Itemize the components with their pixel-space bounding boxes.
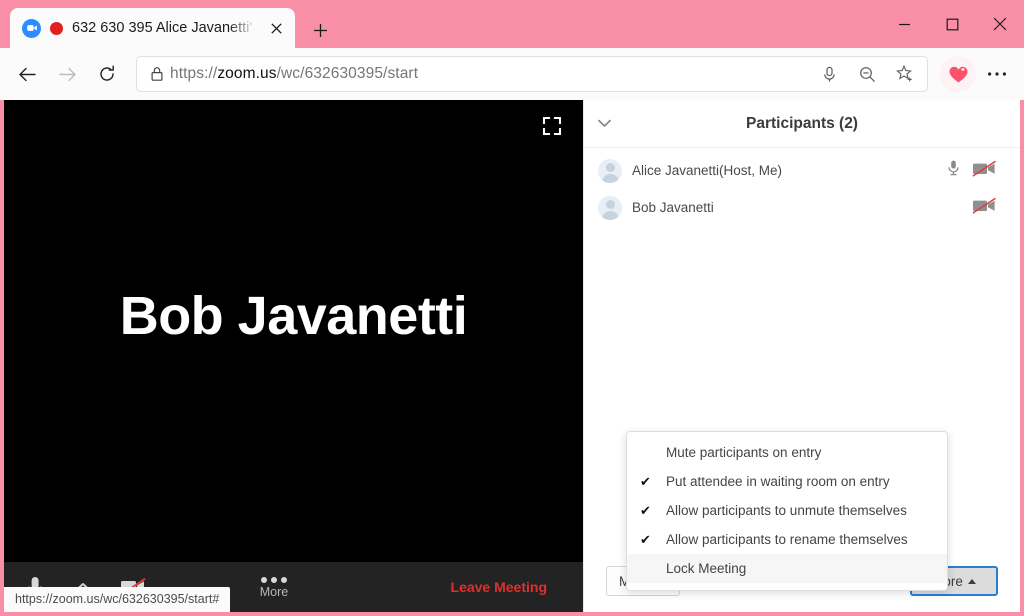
tab-title: 632 630 395 Alice Javanetti' <box>72 20 253 36</box>
menu-item-label: Allow participants to rename themselves <box>666 532 908 547</box>
page-title: Participants (2) <box>746 114 858 132</box>
page-content: Bob Javanetti More Leave Meeting https:/… <box>0 100 1024 616</box>
meeting-more-button[interactable]: More <box>244 562 304 612</box>
fullscreen-icon[interactable] <box>542 116 564 138</box>
check-icon: ✔ <box>640 531 651 547</box>
menu-item-label: Put attendee in waiting room on entry <box>666 474 890 489</box>
reload-icon[interactable] <box>88 55 126 93</box>
status-bar-url: https://zoom.us/wc/632630395/start# <box>4 587 231 612</box>
caret-up-icon <box>967 578 976 584</box>
navigation-toolbar: https://zoom.us/wc/632630395/start <box>0 48 1024 100</box>
maximize-button[interactable] <box>928 0 976 48</box>
video-off-icon[interactable] <box>971 196 998 220</box>
avatar <box>598 158 622 183</box>
menu-item-allow-unmute[interactable]: ✔ Allow participants to unmute themselve… <box>627 496 947 525</box>
menu-item-label: Allow participants to unmute themselves <box>666 503 907 518</box>
tab-close-icon[interactable] <box>265 17 287 39</box>
participant-name: Bob Javanetti <box>632 200 714 215</box>
active-speaker-video: Bob Javanetti <box>4 100 583 562</box>
close-window-button[interactable] <box>976 0 1024 48</box>
menu-item-allow-rename[interactable]: ✔ Allow participants to rename themselve… <box>627 525 947 554</box>
recording-dot-icon <box>50 21 63 35</box>
tab-strip: 632 630 395 Alice Javanetti' <box>0 0 1024 48</box>
zoom-camera-icon <box>22 18 41 38</box>
heart-icon[interactable] <box>940 56 976 92</box>
video-stage: Bob Javanetti More Leave Meeting https:/… <box>4 100 583 612</box>
avatar <box>598 195 622 220</box>
microphone-icon[interactable] <box>947 159 960 182</box>
favorite-star-icon[interactable] <box>889 59 921 89</box>
minimize-button[interactable] <box>880 0 928 48</box>
meeting-more-label: More <box>259 584 289 599</box>
video-off-icon[interactable] <box>971 159 998 183</box>
check-icon: ✔ <box>640 473 651 489</box>
list-item[interactable]: Bob Javanetti <box>584 189 1020 226</box>
forward-icon[interactable] <box>48 55 86 93</box>
chevron-down-icon[interactable] <box>595 115 613 133</box>
list-item[interactable]: Alice Javanetti(Host, Me) <box>584 152 1020 189</box>
more-options-menu: Mute participants on entry ✔ Put attende… <box>626 431 948 591</box>
browser-menu-icon[interactable] <box>978 55 1016 93</box>
leave-meeting-button[interactable]: Leave Meeting <box>451 579 547 595</box>
check-icon: ✔ <box>640 502 651 518</box>
menu-item-label: Mute participants on entry <box>666 445 822 460</box>
microphone-icon[interactable] <box>813 59 845 89</box>
participant-status-icons <box>947 159 998 183</box>
participant-status-icons <box>971 196 998 220</box>
back-icon[interactable] <box>8 55 46 93</box>
new-tab-button[interactable] <box>305 16 335 44</box>
url-text: https://zoom.us/wc/632630395/start <box>170 65 419 82</box>
menu-item-waiting-room[interactable]: ✔ Put attendee in waiting room on entry <box>627 467 947 496</box>
window-controls <box>880 0 1024 48</box>
participants-panel: Participants (2) Alice Javanetti(Host, M… <box>583 100 1020 612</box>
browser-tab[interactable]: 632 630 395 Alice Javanetti' <box>10 8 295 48</box>
participants-panel-header: Participants (2) <box>584 100 1020 148</box>
menu-item-mute-on-entry[interactable]: Mute participants on entry <box>627 438 947 467</box>
browser-window: 632 630 395 Alice Javanetti' https://zoo… <box>0 0 1024 616</box>
participant-name: Alice Javanetti(Host, Me) <box>632 163 783 178</box>
menu-item-label: Lock Meeting <box>666 561 747 576</box>
lock-icon <box>150 66 164 82</box>
zoom-out-icon[interactable] <box>851 59 883 89</box>
menu-item-lock-meeting[interactable]: Lock Meeting <box>627 554 947 583</box>
speaker-name: Bob Javanetti <box>119 286 468 346</box>
address-bar[interactable]: https://zoom.us/wc/632630395/start <box>137 57 927 91</box>
